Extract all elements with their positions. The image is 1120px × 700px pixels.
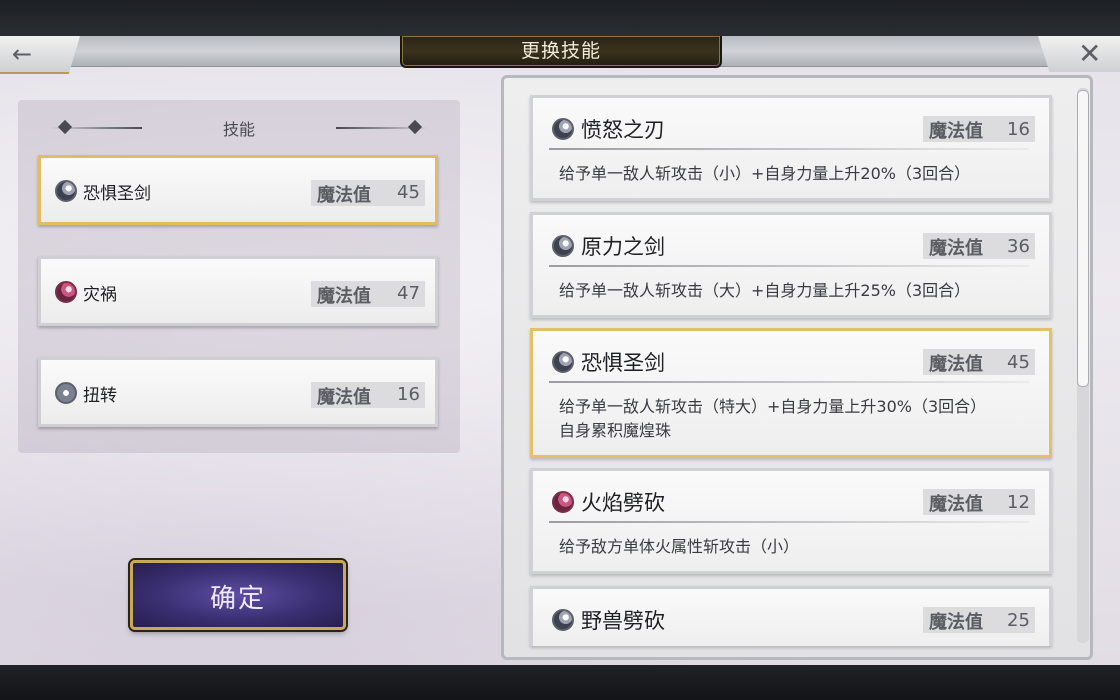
mp-value: 45 [397,182,420,203]
mp-label: 魔法值 [317,387,371,408]
skill-card-name: 愤怒之刃 [581,118,665,142]
mp-label: 魔法值 [317,185,371,206]
top-frame [0,0,1120,36]
equipped-skills-heading: 技能 [222,120,255,139]
close-icon: ✕ [1078,37,1102,70]
card-divider [549,381,1029,383]
mp-value: 45 [1007,352,1030,373]
back-arrow-icon: ← [12,40,33,68]
pink-orb-icon [55,281,77,303]
skill-card-name: 野兽劈砍 [581,609,665,633]
card-divider [549,148,1029,150]
card-divider [549,521,1029,523]
bottom-frame [0,665,1120,700]
skill-name: 灾祸 [83,285,117,305]
mp-label: 魔法值 [929,612,983,633]
confirm-button-label[interactable]: 确定 [130,578,346,615]
skill-card-description: 给予单一敌人斩攻击（大）+自身力量上升25%（3回合） [559,281,971,300]
mp-value: 47 [397,283,420,304]
skill-card[interactable]: 恐惧圣剑 魔法值 45 给予单一敌人斩攻击（特大）+自身力量上升30%（3回合）… [530,328,1052,458]
mp-value: 36 [1007,236,1030,257]
slash-orb-icon [552,351,574,373]
equipped-skill-slot[interactable]: 扭转 魔法值 16 [38,357,438,427]
skill-card-description: 给予单一敌人斩攻击（特大）+自身力量上升30%（3回合） [559,397,987,416]
skill-name: 恐惧圣剑 [83,184,151,204]
back-button[interactable]: ← [0,36,80,74]
close-button[interactable]: ✕ [1038,36,1120,72]
mp-value: 12 [1007,492,1030,513]
slash-orb-icon [552,235,574,257]
scrollbar-thumb[interactable] [1077,90,1089,387]
skill-card[interactable]: 愤怒之刃 魔法值 16 给予单一敌人斩攻击（小）+自身力量上升20%（3回合） [530,95,1052,201]
mp-label: 魔法值 [929,494,983,515]
skill-card[interactable]: 原力之剑 魔法值 36 给予单一敌人斩攻击（大）+自身力量上升25%（3回合） [530,212,1052,318]
slash-orb-icon [55,180,77,202]
skill-card[interactable]: 野兽劈砍 魔法值 25 [530,586,1052,646]
mp-label: 魔法值 [929,238,983,259]
card-divider [549,265,1029,267]
mp-value: 16 [397,384,420,405]
slash-orb-icon [552,118,574,140]
mp-label: 魔法值 [317,286,371,307]
equipped-skill-slot[interactable]: 灾祸 魔法值 47 [38,256,438,326]
slash-orb-icon [552,609,574,631]
skill-card-description: 给予单一敌人斩攻击（小）+自身力量上升20%（3回合） [559,164,971,183]
page-title: 更换技能 [520,40,601,62]
mp-label: 魔法值 [929,354,983,375]
skill-card-name: 恐惧圣剑 [581,351,665,375]
skill-card-description-extra: 自身累积魔煌珠 [559,421,672,440]
skill-card-name: 火焰劈砍 [581,491,665,515]
mp-value: 16 [1007,119,1030,140]
skill-card-name: 原力之剑 [581,235,665,259]
skill-card-description: 给予敌方单体火属性斩攻击（小） [559,537,800,556]
pink-orb-icon [552,491,574,513]
star-orb-icon [55,382,77,404]
mp-value: 25 [1007,610,1030,631]
mp-label: 魔法值 [929,121,983,142]
equipped-skill-slot[interactable]: 恐惧圣剑 魔法值 45 [38,155,438,225]
skill-name: 扭转 [83,386,117,406]
skill-card[interactable]: 火焰劈砍 魔法值 12 给予敌方单体火属性斩攻击（小） [530,468,1052,574]
